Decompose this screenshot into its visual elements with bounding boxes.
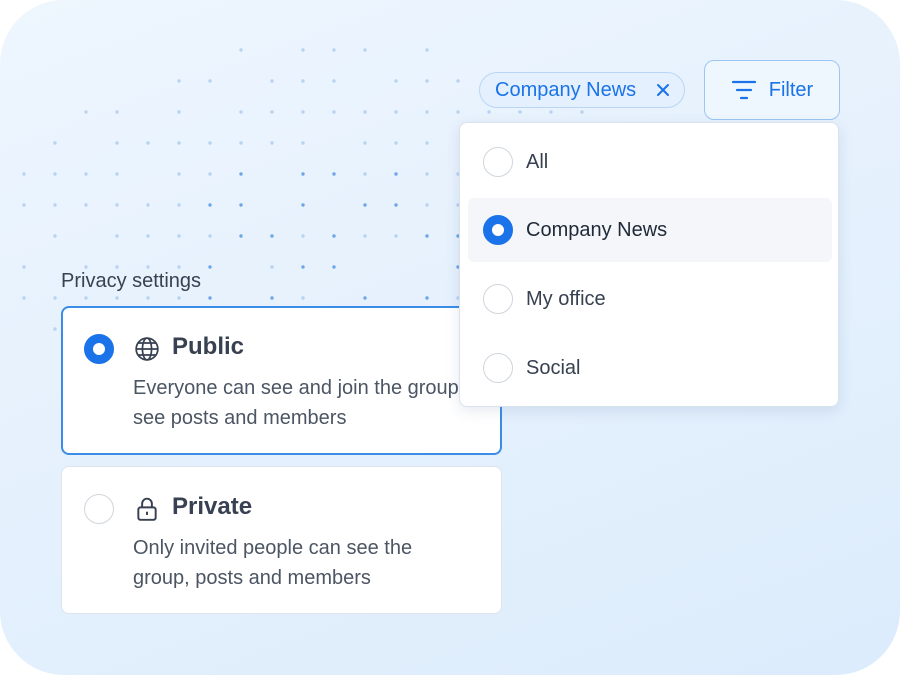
filter-option-my-office-label: My office [526, 287, 606, 310]
filter-option-company-news[interactable]: Company News [468, 198, 832, 262]
public-radio[interactable] [84, 334, 114, 364]
filter-option-company-news-radio[interactable] [483, 215, 513, 245]
private-option-description: Only invited people can see the group, p… [133, 537, 413, 589]
private-option-title: Private [172, 493, 253, 520]
filter-option-company-news-label: Company News [526, 218, 668, 241]
globe-icon [135, 337, 159, 361]
filter-option-all[interactable]: All [468, 130, 832, 194]
filter-option-my-office[interactable]: My office [468, 267, 832, 331]
privacy-option-private[interactable]: Private Only invited people can see the … [61, 466, 502, 614]
active-filter-chip: Company News [479, 72, 685, 108]
public-option-title: Public [172, 333, 245, 360]
filter-button-label: Filter [768, 78, 814, 101]
filter-button[interactable]: Filter [704, 60, 840, 120]
privacy-settings-heading: Privacy settings [61, 270, 202, 292]
active-filter-chip-label: Company News [495, 78, 637, 101]
filter-option-my-office-radio[interactable] [483, 284, 513, 314]
app-canvas: Privacy settings Public Everyone can see… [0, 0, 900, 675]
filter-option-all-label: All [526, 150, 549, 173]
remove-filter-button[interactable] [652, 79, 674, 101]
filter-dropdown: All Company News My office Social [459, 122, 839, 407]
lock-icon [137, 497, 157, 521]
private-radio[interactable] [84, 494, 114, 524]
filter-option-all-radio[interactable] [483, 147, 513, 177]
close-icon [657, 84, 669, 96]
privacy-option-public[interactable]: Public Everyone can see and join the gro… [61, 306, 502, 455]
filter-option-social[interactable]: Social [468, 336, 832, 400]
filter-lines-icon [731, 80, 756, 100]
filter-option-social-radio[interactable] [483, 353, 513, 383]
public-option-description: Everyone can see and join the group, see… [133, 377, 465, 429]
filter-option-social-label: Social [526, 356, 581, 379]
